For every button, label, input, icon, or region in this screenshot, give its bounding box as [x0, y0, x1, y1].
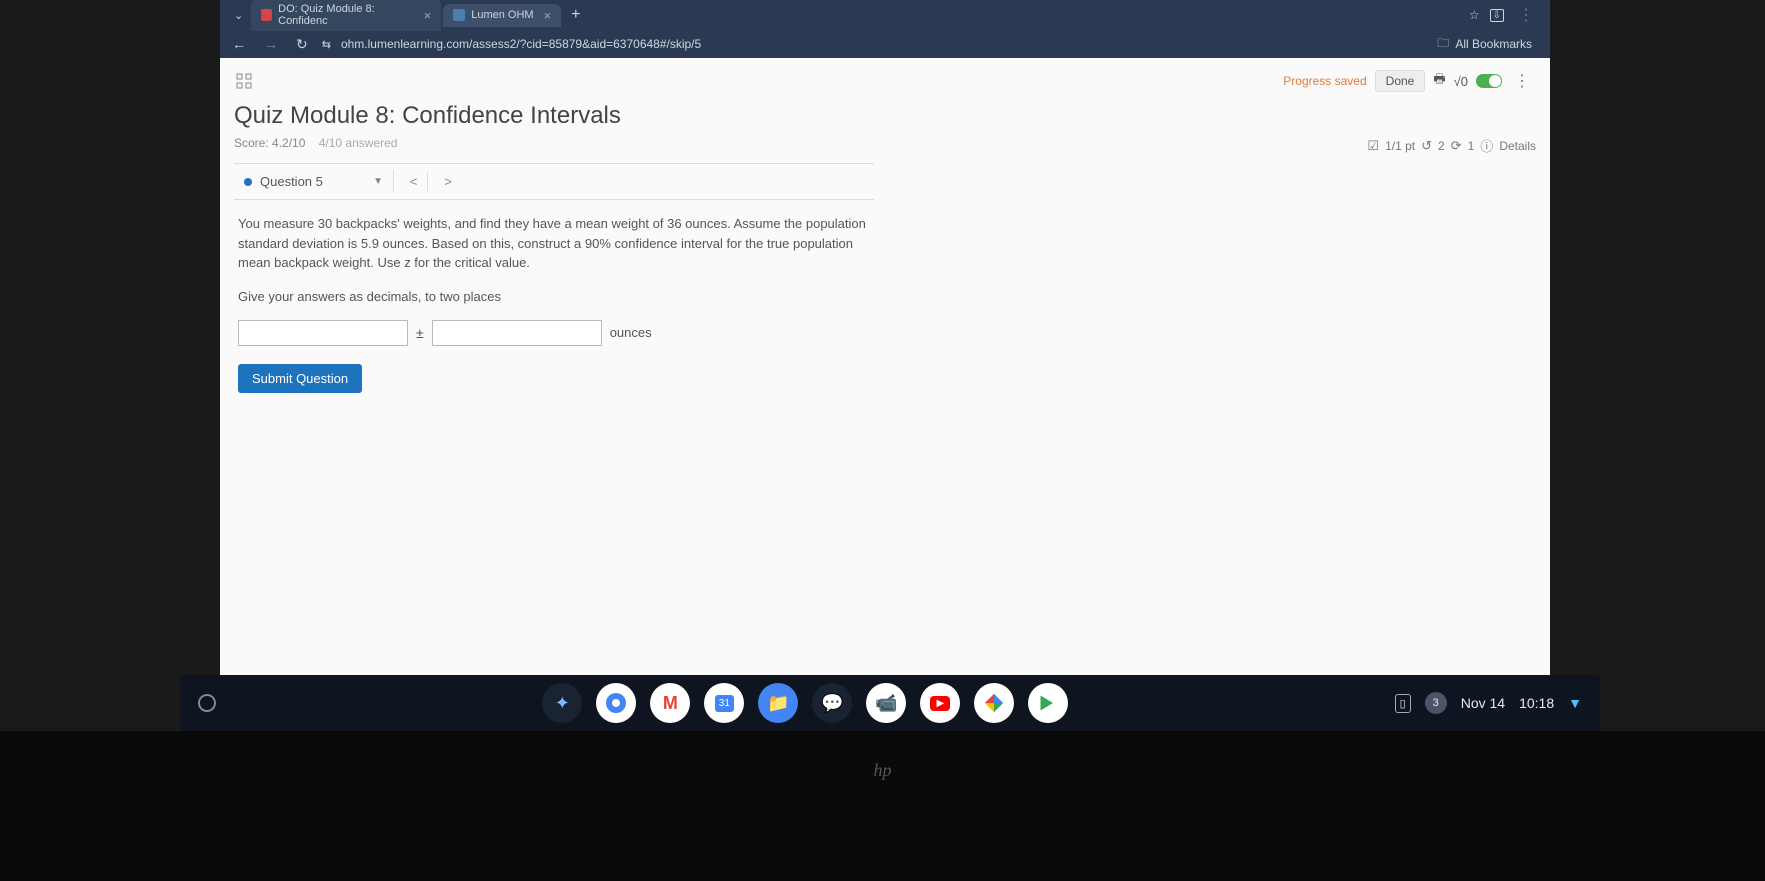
retry-count: 2: [1438, 139, 1445, 153]
site-info-icon[interactable]: ⇆: [322, 38, 331, 51]
tab-favicon-icon: [261, 9, 272, 21]
retry-icon: ↺: [1421, 138, 1432, 154]
question-selector-label: Question 5: [260, 174, 323, 189]
youtube-app-icon[interactable]: ▶: [920, 683, 960, 723]
status-dot-icon: [244, 178, 252, 186]
tab-quiz[interactable]: DO: Quiz Module 8: Confidenc ×: [251, 0, 441, 31]
browser-menu-icon[interactable]: ⋮: [1514, 5, 1538, 25]
close-icon[interactable]: ×: [424, 8, 432, 23]
points-label: 1/1 pt: [1385, 139, 1415, 153]
progress-saved-label: Progress saved: [1283, 74, 1366, 88]
question-details: ☑ 1/1 pt ↺ 2 ⟳ 1 ⓘ Details: [234, 136, 1536, 155]
folder-icon: 🗀: [1437, 34, 1449, 55]
messages-app-icon[interactable]: 💬: [812, 683, 852, 723]
star-icon[interactable]: ☆: [1469, 8, 1480, 22]
tab-favicon-icon: [453, 9, 465, 21]
install-icon[interactable]: ⇩: [1490, 9, 1504, 22]
math-toggle-label: √0: [1454, 74, 1468, 89]
browser-chrome: ⌄ DO: Quiz Module 8: Confidenc × Lumen O…: [220, 0, 1550, 58]
tab-label: DO: Quiz Module 8: Confidenc: [278, 3, 414, 27]
question-body: You measure 30 backpacks' weights, and f…: [234, 200, 874, 407]
question-text: You measure 30 backpacks' weights, and f…: [238, 214, 870, 273]
page-menu-icon[interactable]: ⋮: [1510, 71, 1534, 91]
time-label: 10:18: [1519, 695, 1554, 711]
system-tray[interactable]: ▯ 3 Nov 14 10:18 ▼: [1395, 692, 1582, 714]
prev-question-button[interactable]: <: [400, 172, 428, 191]
photos-app-icon[interactable]: [974, 683, 1014, 723]
tab-dropdown-icon[interactable]: ⌄: [228, 9, 249, 22]
chromeos-shelf: ✦ M 31 📁 💬 📹 ▶ ▯ 3 Nov 14 10:18 ▼: [180, 675, 1600, 731]
meet-app-icon[interactable]: 📹: [866, 683, 906, 723]
info-icon: ⓘ: [1480, 136, 1493, 155]
check-icon: ☑: [1367, 138, 1379, 154]
score-label: Score: 4.2/10: [234, 136, 305, 150]
close-icon[interactable]: ×: [544, 8, 552, 23]
new-tab-button[interactable]: +: [563, 6, 588, 24]
toolbar: ← → ↻ ⇆ ohm.lumenlearning.com/assess2/?c…: [220, 30, 1550, 58]
question-nav-bar: Question 5 ▼ < >: [234, 163, 874, 200]
gmail-app-icon[interactable]: M: [650, 683, 690, 723]
date-label: Nov 14: [1461, 695, 1505, 711]
tab-label: Lumen OHM: [471, 9, 533, 21]
apps-grid-icon[interactable]: [236, 73, 252, 89]
answer-row: ± ounces: [238, 320, 870, 346]
back-button[interactable]: ←: [228, 36, 250, 52]
submit-question-button[interactable]: Submit Question: [238, 364, 362, 393]
answered-label: 4/10 answered: [319, 136, 398, 150]
play-store-app-icon[interactable]: [1028, 683, 1068, 723]
answer-mean-input[interactable]: [238, 320, 408, 346]
hp-logo: hp: [874, 760, 892, 781]
app-dock: ✦ M 31 📁 💬 📹 ▶: [542, 683, 1068, 723]
unit-label: ounces: [610, 323, 652, 343]
math-toggle[interactable]: [1476, 74, 1502, 88]
battery-icon: ▼: [1568, 695, 1582, 711]
reload-button[interactable]: ↻: [292, 36, 312, 53]
regen-icon: ⟳: [1451, 138, 1462, 154]
page-content: Progress saved Done 🖶 √0 ⋮ Quiz Module 8…: [220, 58, 1550, 700]
phone-icon[interactable]: ▯: [1395, 694, 1411, 713]
question-instruction: Give your answers as decimals, to two pl…: [238, 287, 870, 307]
address-bar[interactable]: ohm.lumenlearning.com/assess2/?cid=85879…: [341, 37, 701, 51]
calendar-app-icon[interactable]: 31: [704, 683, 744, 723]
attempts-count: 1: [1468, 139, 1475, 153]
laptop-bezel: [0, 731, 1765, 881]
page-title: Quiz Module 8: Confidence Intervals: [234, 102, 1536, 130]
chevron-down-icon: ▼: [373, 176, 383, 187]
launcher-button[interactable]: [198, 694, 216, 712]
gemini-app-icon[interactable]: ✦: [542, 683, 582, 723]
notification-badge[interactable]: 3: [1425, 692, 1447, 714]
chrome-app-icon[interactable]: [596, 683, 636, 723]
question-selector[interactable]: Question 5 ▼: [234, 170, 394, 193]
details-link[interactable]: Details: [1499, 139, 1536, 153]
next-question-button[interactable]: >: [434, 172, 462, 191]
all-bookmarks-link[interactable]: All Bookmarks: [1455, 37, 1532, 51]
answer-margin-input[interactable]: [432, 320, 602, 346]
done-button[interactable]: Done: [1375, 70, 1426, 92]
print-icon[interactable]: 🖶: [1433, 70, 1445, 92]
tab-lumen[interactable]: Lumen OHM ×: [443, 4, 561, 27]
plus-minus-symbol: ±: [416, 323, 424, 344]
files-app-icon[interactable]: 📁: [758, 683, 798, 723]
forward-button[interactable]: →: [260, 36, 282, 52]
tab-strip: ⌄ DO: Quiz Module 8: Confidenc × Lumen O…: [220, 0, 1550, 30]
app-header: Progress saved Done 🖶 √0 ⋮: [234, 66, 1536, 102]
